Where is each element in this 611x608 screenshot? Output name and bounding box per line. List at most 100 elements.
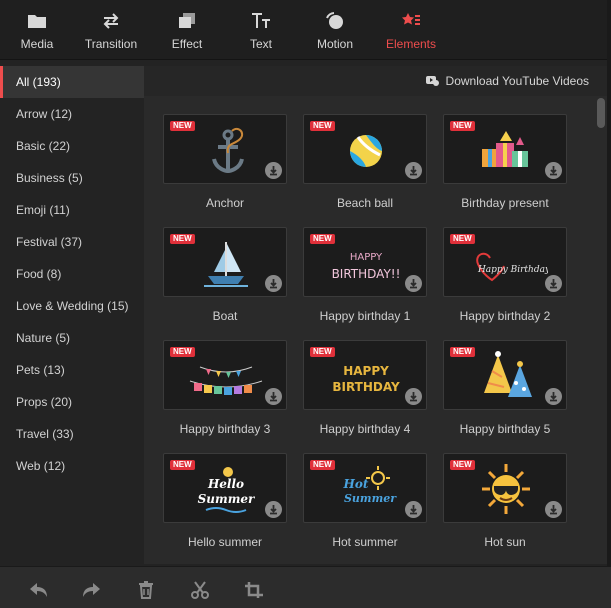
- element-name: Happy birthday 1: [319, 309, 411, 323]
- category-props[interactable]: Props (20): [0, 386, 144, 418]
- element-name: Beach ball: [336, 196, 394, 210]
- text-icon: [252, 13, 270, 28]
- swap-arrows-icon: [103, 13, 119, 29]
- tab-transition-label: Transition: [84, 37, 138, 51]
- element-card-happy-birthday-2[interactable]: NEW Happy Birthday Happy birthday 2: [443, 227, 567, 323]
- element-thumbnail: NEW Hello Summer: [163, 453, 287, 523]
- category-basic[interactable]: Basic (22): [0, 130, 144, 162]
- tab-media[interactable]: Media: [0, 0, 74, 60]
- category-business[interactable]: Business (5): [0, 162, 144, 194]
- tab-elements-label: Elements: [385, 37, 437, 51]
- delete-icon[interactable]: [136, 581, 156, 599]
- element-card-hello-summer[interactable]: NEW Hello Summer Hello summer: [163, 453, 287, 549]
- new-badge: NEW: [170, 234, 195, 244]
- hot-line2: Summer: [344, 492, 397, 505]
- element-card-beach-ball[interactable]: NEW Beach ball: [303, 114, 427, 210]
- new-badge: NEW: [170, 121, 195, 131]
- crop-icon[interactable]: [244, 581, 264, 599]
- element-card-happy-birthday-3[interactable]: NEW Happy birthday 3: [163, 340, 287, 436]
- element-thumbnail: NEW: [163, 227, 287, 297]
- category-nature[interactable]: Nature (5): [0, 322, 144, 354]
- undo-icon[interactable]: [28, 581, 48, 599]
- element-thumbnail: NEW HAPPY BIRTHDAY!!: [303, 227, 427, 297]
- download-youtube-label: Download YouTube Videos: [445, 74, 589, 88]
- download-button[interactable]: [265, 388, 282, 405]
- download-icon: [410, 279, 417, 289]
- tab-elements[interactable]: Elements: [374, 0, 448, 60]
- tab-effect[interactable]: Effect: [150, 0, 224, 60]
- panel-scrollbar[interactable]: [597, 96, 605, 564]
- category-web[interactable]: Web (12): [0, 450, 144, 482]
- category-travel[interactable]: Travel (33): [0, 418, 144, 450]
- motion-ball-icon: [326, 12, 343, 29]
- element-card-birthday-present[interactable]: NEW Birthday present: [443, 114, 567, 210]
- top-toolbar: Media Transition Effect Text Motion Elem…: [0, 0, 611, 60]
- scrollbar-thumb[interactable]: [597, 98, 605, 128]
- download-icon: [270, 279, 277, 289]
- tab-text[interactable]: Text: [224, 0, 298, 60]
- cut-icon[interactable]: [190, 581, 210, 599]
- element-card-happy-birthday-5[interactable]: NEW Happy birthday 5: [443, 340, 567, 436]
- hb1-line2: BIRTHDAY!!: [332, 267, 401, 281]
- download-button[interactable]: [265, 275, 282, 292]
- tab-media-label: Media: [20, 37, 54, 51]
- element-name: Hello summer: [187, 535, 262, 549]
- download-button[interactable]: [545, 162, 562, 179]
- hb1-line1: HAPPY: [350, 252, 383, 263]
- new-badge: NEW: [450, 460, 475, 470]
- category-love-wedding[interactable]: Love & Wedding (15): [0, 290, 144, 322]
- element-name: Anchor: [205, 196, 245, 210]
- element-thumbnail: NEW: [303, 114, 427, 184]
- download-button[interactable]: [265, 162, 282, 179]
- download-button[interactable]: [405, 275, 422, 292]
- element-name: Happy birthday 4: [319, 422, 411, 436]
- category-food[interactable]: Food (8): [0, 258, 144, 290]
- party-hats-icon: [484, 351, 532, 397]
- tab-effect-label: Effect: [171, 37, 203, 51]
- category-arrow[interactable]: Arrow (12): [0, 98, 144, 130]
- layers-icon: [179, 13, 195, 28]
- element-card-happy-birthday-1[interactable]: NEW HAPPY BIRTHDAY!! Happy birthday 1: [303, 227, 427, 323]
- category-pets[interactable]: Pets (13): [0, 354, 144, 386]
- download-button[interactable]: [545, 388, 562, 405]
- download-icon: [550, 279, 557, 289]
- download-icon: [410, 392, 417, 402]
- element-card-happy-birthday-4[interactable]: NEW HAPPY BIRTHDAY Happy birthday 4: [303, 340, 427, 436]
- hs-line1: Hello: [207, 477, 244, 491]
- category-sidebar: All (193) Arrow (12) Basic (22) Business…: [0, 66, 144, 564]
- new-badge: NEW: [450, 121, 475, 131]
- youtube-download-icon: [425, 76, 439, 86]
- tab-transition[interactable]: Transition: [74, 0, 148, 60]
- window-edge: [607, 0, 611, 566]
- sailboat-icon: [204, 242, 248, 287]
- element-card-anchor[interactable]: NEW Anchor: [163, 114, 287, 210]
- hb4-line2: BIRTHDAY: [332, 380, 400, 394]
- category-festival[interactable]: Festival (37): [0, 226, 144, 258]
- element-card-hot-sun[interactable]: NEW Hot sun: [443, 453, 567, 549]
- download-button[interactable]: [545, 501, 562, 518]
- download-button[interactable]: [405, 388, 422, 405]
- download-button[interactable]: [405, 162, 422, 179]
- element-name: Hot sun: [484, 535, 526, 549]
- download-youtube-link[interactable]: Download YouTube Videos: [425, 74, 589, 88]
- download-button[interactable]: [545, 275, 562, 292]
- heart-birthday-icon: Happy Birthday: [476, 252, 548, 282]
- download-button[interactable]: [405, 501, 422, 518]
- hb2-text: Happy Birthday: [477, 265, 548, 275]
- download-icon: [550, 166, 557, 176]
- category-all[interactable]: All (193): [0, 66, 144, 98]
- element-card-boat[interactable]: NEW Boat: [163, 227, 287, 323]
- redo-icon[interactable]: [82, 581, 102, 599]
- hot-line1: Hot: [343, 477, 369, 491]
- element-card-hot-summer[interactable]: NEW Hot Summer Hot summer: [303, 453, 427, 549]
- tab-motion[interactable]: Motion: [298, 0, 372, 60]
- hs-line2: Summer: [198, 492, 256, 506]
- gold-birthday-text-icon: HAPPY BIRTHDAY: [332, 364, 400, 394]
- bottom-toolbar: [0, 566, 611, 608]
- category-emoji[interactable]: Emoji (11): [0, 194, 144, 226]
- download-icon: [550, 505, 557, 515]
- download-icon: [410, 166, 417, 176]
- download-button[interactable]: [265, 501, 282, 518]
- element-thumbnail: NEW: [163, 114, 287, 184]
- element-thumbnail: NEW: [443, 340, 567, 410]
